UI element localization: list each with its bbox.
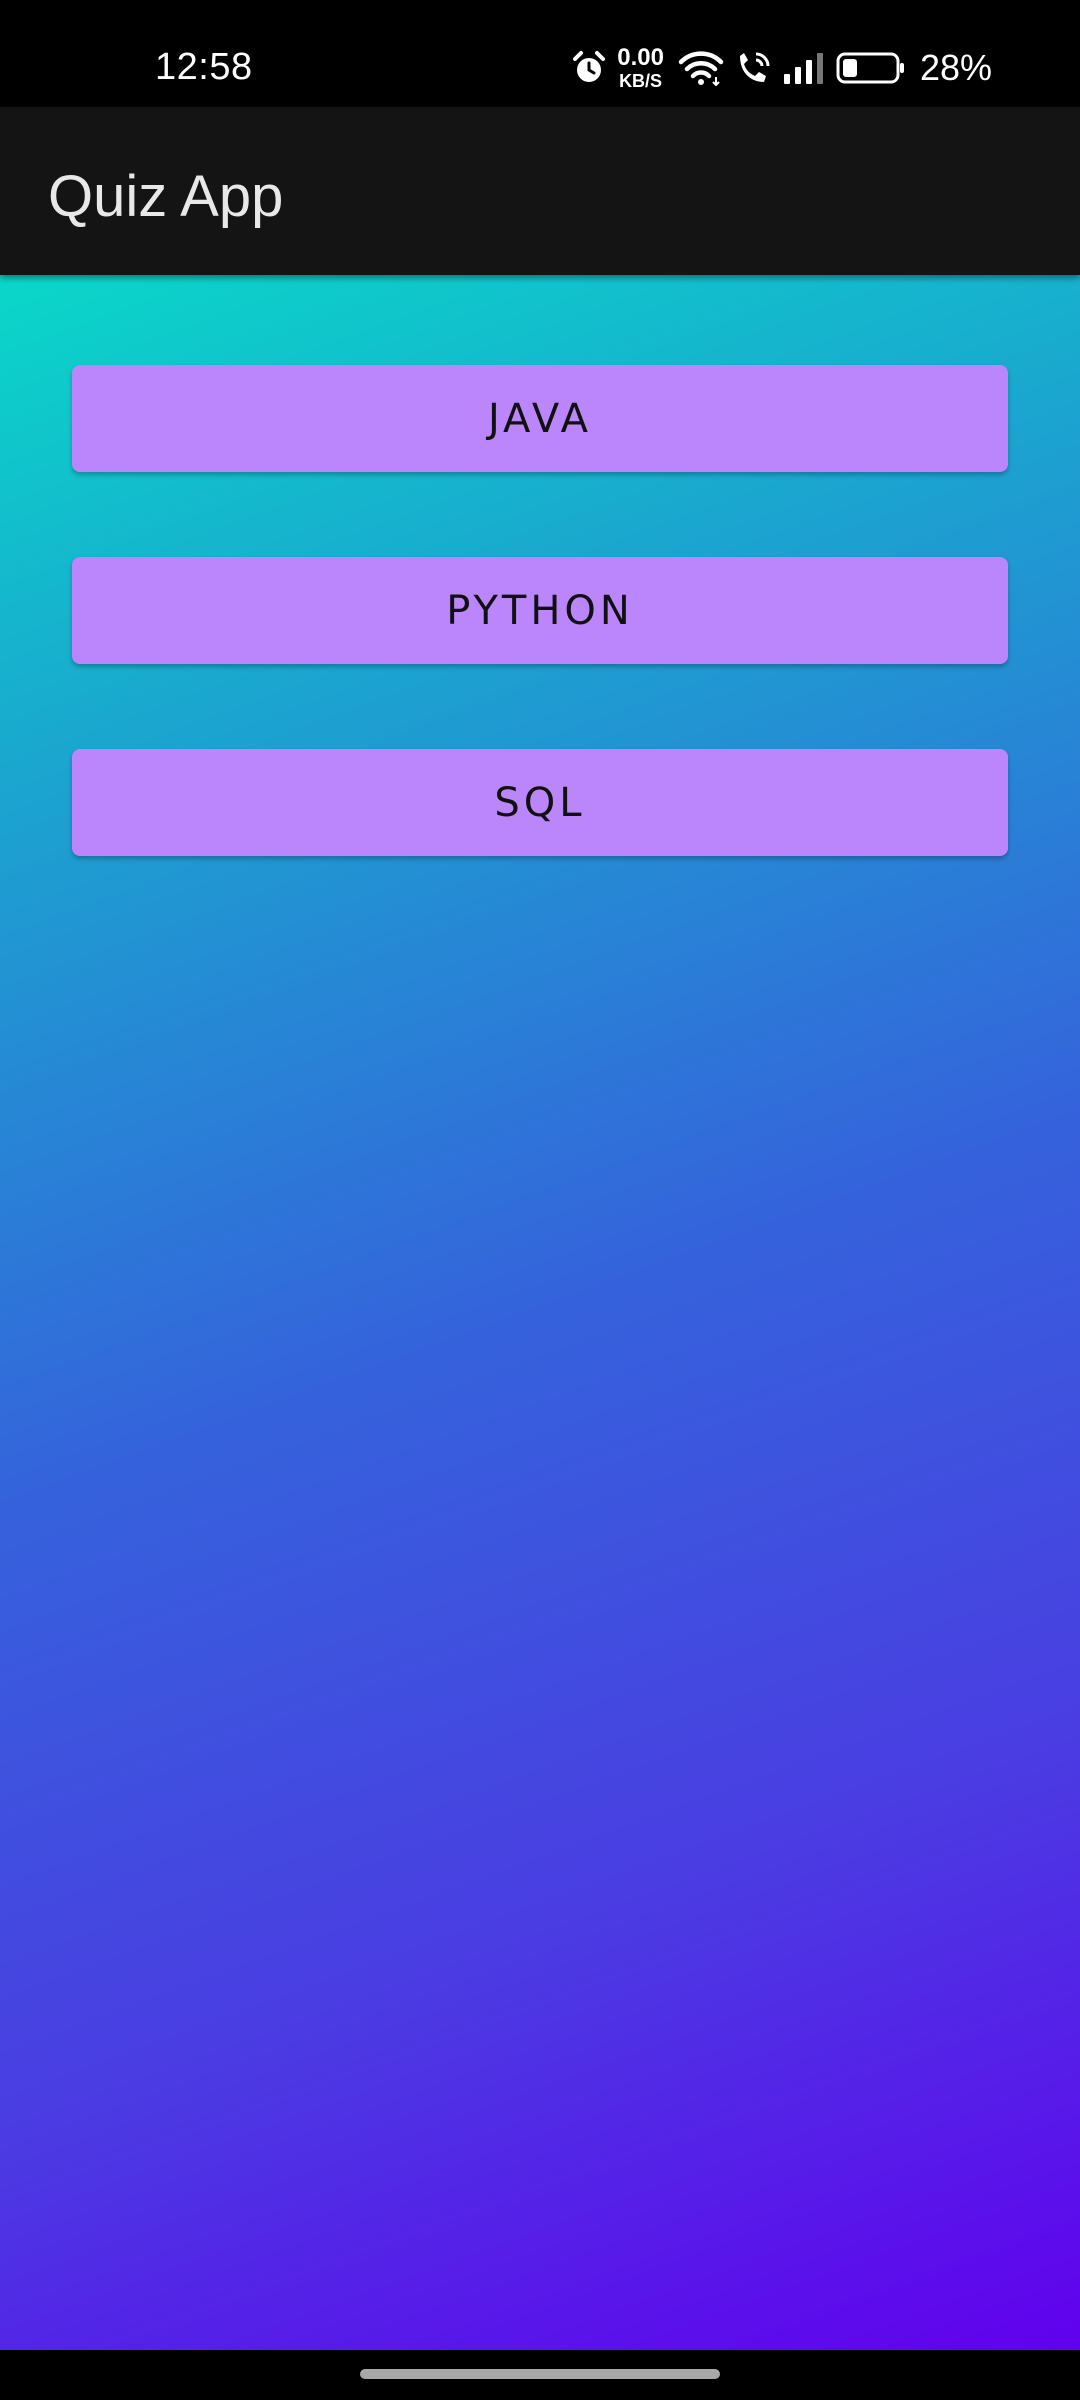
status-icons: 0.00 KB/S 28% xyxy=(571,38,992,98)
python-quiz-button[interactable]: PYTHON xyxy=(72,557,1008,664)
network-speed: 0.00 KB/S xyxy=(617,44,664,91)
quiz-app-screen: 12:58 0.00 KB/S 28% Quiz App JAVA PYTHON… xyxy=(0,0,1080,2400)
navigation-bar xyxy=(0,2350,1080,2400)
battery-icon xyxy=(836,50,906,86)
wifi-calling-icon xyxy=(734,50,772,86)
network-speed-value: 0.00 xyxy=(617,44,664,71)
app-title: Quiz App xyxy=(48,164,284,229)
gesture-handle[interactable] xyxy=(360,2369,720,2379)
app-bar: Quiz App xyxy=(0,107,1080,275)
status-bar: 12:58 0.00 KB/S 28% xyxy=(0,0,1080,107)
sql-quiz-button[interactable]: SQL xyxy=(72,749,1008,856)
java-quiz-button[interactable]: JAVA xyxy=(72,365,1008,472)
network-speed-unit: KB/S xyxy=(619,71,663,91)
topic-list: JAVA PYTHON SQL xyxy=(0,275,1080,2350)
alarm-icon xyxy=(571,50,607,86)
wifi-icon xyxy=(678,50,724,86)
battery-percent: 28% xyxy=(919,47,992,88)
status-time: 12:58 xyxy=(155,46,253,88)
signal-icon xyxy=(782,50,826,86)
